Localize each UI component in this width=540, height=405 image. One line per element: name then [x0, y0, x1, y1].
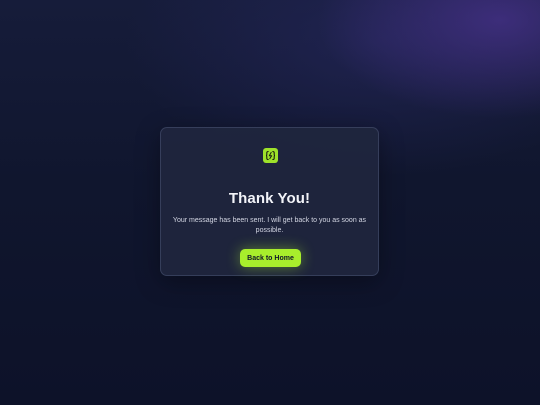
thank-you-title: Thank You!: [228, 190, 311, 207]
code-brackets-glyph: [265, 150, 276, 161]
thank-you-card: Thank You! Your message has been sent. I…: [160, 127, 379, 276]
code-brackets-icon: [263, 148, 278, 163]
back-to-home-button[interactable]: Back to Home: [240, 249, 301, 267]
confirmation-message: Your message has been sent. I will get b…: [172, 217, 367, 234]
